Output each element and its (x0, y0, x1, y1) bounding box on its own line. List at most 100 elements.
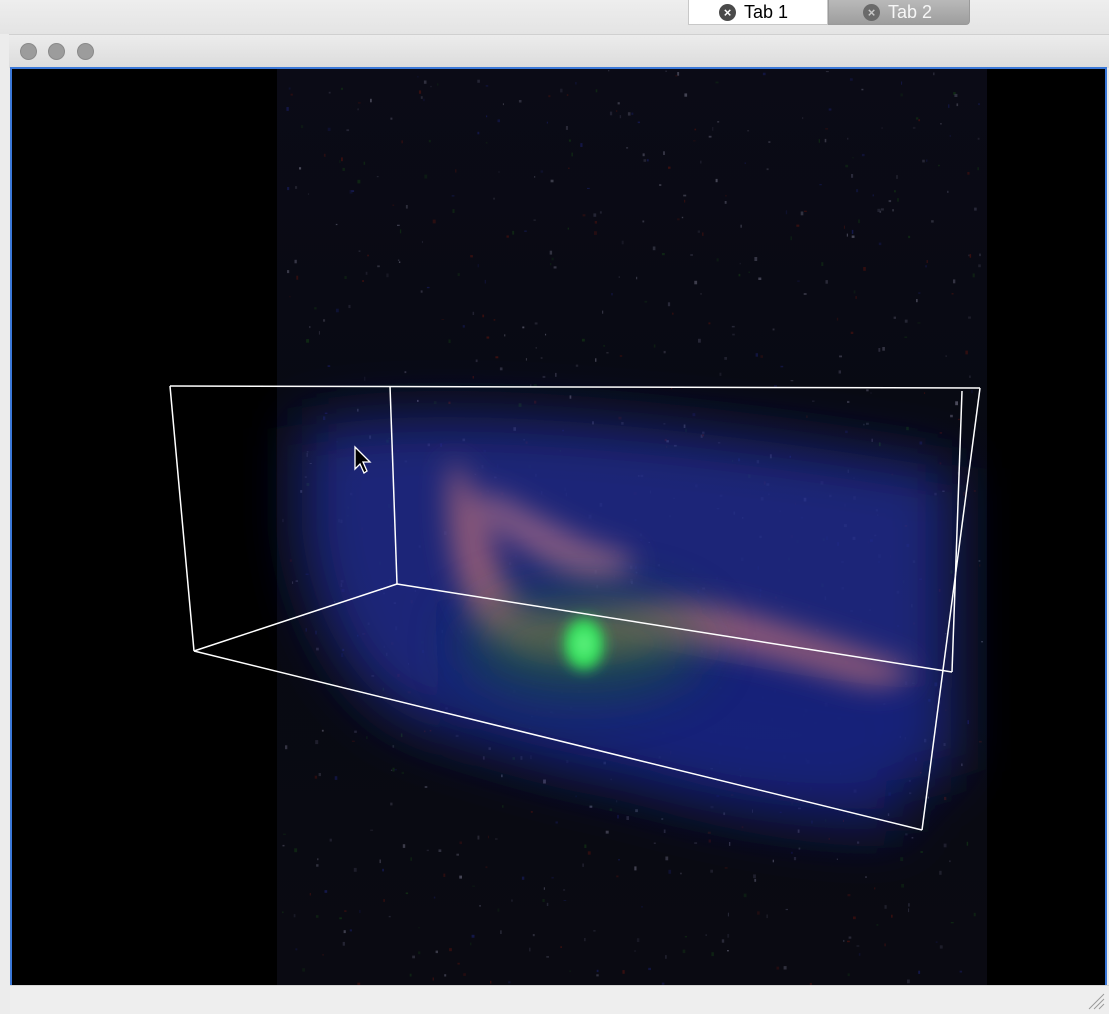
speckle (856, 945, 860, 947)
speckle (432, 219, 436, 224)
speckle (334, 776, 338, 780)
speckle (497, 908, 500, 912)
speckle (682, 949, 686, 954)
speckle (719, 372, 722, 376)
speckle (365, 271, 368, 275)
speckle (836, 317, 839, 321)
speckle (668, 869, 672, 874)
speckle (432, 977, 434, 981)
resize-grip-icon[interactable] (1085, 990, 1105, 1010)
speckle (287, 187, 290, 191)
speckle (521, 876, 525, 880)
speckle (423, 80, 427, 84)
speckle (708, 135, 712, 138)
speckle (853, 290, 856, 294)
speckle (916, 299, 918, 303)
close-window-button[interactable] (20, 43, 37, 60)
tab-2[interactable]: × Tab 2 (828, 0, 970, 25)
tab-1[interactable]: × Tab 1 (688, 0, 828, 25)
minimize-window-button[interactable] (48, 43, 65, 60)
speckle (715, 178, 718, 183)
speckle (390, 802, 393, 806)
speckle (978, 560, 981, 562)
speckle (943, 843, 947, 848)
speckle (344, 910, 347, 912)
speckle (978, 740, 982, 743)
speckle (797, 829, 800, 833)
zoom-window-button[interactable] (77, 43, 94, 60)
speckle (790, 236, 792, 241)
speckle (418, 951, 421, 955)
speckle (790, 851, 793, 854)
speckle (710, 869, 713, 873)
speckle (877, 208, 881, 212)
speckle (500, 930, 502, 934)
speckle (700, 160, 702, 164)
speckle (485, 866, 488, 869)
speckle (904, 319, 908, 323)
speckle (753, 874, 756, 879)
speckle (484, 279, 486, 284)
window-titlebar[interactable] (9, 34, 1109, 68)
speckle (861, 88, 864, 91)
speckle (424, 174, 428, 179)
speckle (322, 954, 324, 956)
close-circle-icon[interactable]: × (719, 3, 736, 21)
speckle (605, 830, 609, 834)
speckle (622, 970, 625, 974)
speckle (309, 326, 311, 329)
speckle (961, 763, 963, 767)
speckle (410, 857, 412, 861)
speckle (595, 89, 598, 93)
speckle (287, 270, 290, 274)
speckle (392, 204, 395, 206)
speckle (367, 254, 369, 257)
speckle (796, 224, 800, 227)
speckle (463, 973, 466, 976)
speckle (774, 385, 777, 387)
speckle (908, 908, 910, 913)
speckle (891, 914, 893, 918)
speckle (307, 193, 310, 195)
speckle (969, 375, 971, 378)
speckle (282, 518, 284, 523)
speckle (803, 293, 807, 295)
speckle (482, 314, 485, 318)
speckle (452, 209, 455, 213)
close-circle-icon[interactable]: × (863, 3, 880, 21)
speckle (575, 82, 577, 85)
speckle (608, 70, 610, 72)
speckle (677, 72, 680, 76)
speckle (935, 941, 938, 943)
speckle (858, 219, 860, 224)
speckle (596, 974, 599, 977)
speckle (768, 141, 771, 143)
speckle (979, 253, 981, 257)
speckle (694, 842, 698, 844)
speckle (858, 953, 861, 956)
speckle (790, 380, 794, 382)
speckle (947, 190, 949, 193)
speckle (508, 981, 511, 984)
speckle (927, 796, 929, 799)
speckle (648, 967, 651, 971)
speckle (470, 255, 473, 258)
speckle (401, 771, 405, 775)
speckle (611, 293, 613, 296)
speckle (712, 127, 714, 131)
speckle (938, 164, 940, 167)
speckle (642, 153, 645, 157)
speckle (683, 424, 686, 428)
speckle (540, 170, 544, 173)
speckle (847, 137, 849, 140)
speckle (283, 833, 286, 835)
speckle (904, 336, 908, 338)
speckle (846, 233, 848, 237)
speckle (479, 905, 481, 907)
speckle (855, 296, 857, 299)
speckle (348, 304, 351, 309)
speckle (697, 230, 700, 233)
3d-viewer-canvas[interactable] (10, 67, 1107, 985)
speckle (582, 863, 584, 867)
speckle (884, 943, 886, 947)
